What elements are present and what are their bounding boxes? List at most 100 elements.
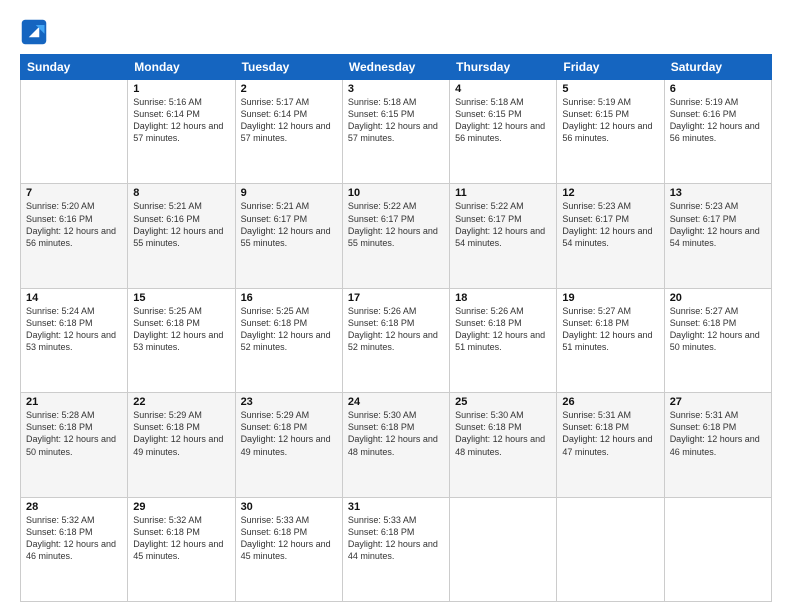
day-cell: 25Sunrise: 5:30 AMSunset: 6:18 PMDayligh… xyxy=(450,393,557,497)
day-number: 3 xyxy=(348,83,444,95)
day-info: Sunrise: 5:25 AMSunset: 6:18 PMDaylight:… xyxy=(133,305,229,354)
day-number: 28 xyxy=(26,501,122,513)
day-info: Sunrise: 5:24 AMSunset: 6:18 PMDaylight:… xyxy=(26,305,122,354)
weekday-header-wednesday: Wednesday xyxy=(342,55,449,80)
day-number: 9 xyxy=(241,187,337,199)
day-number: 2 xyxy=(241,83,337,95)
day-cell: 5Sunrise: 5:19 AMSunset: 6:15 PMDaylight… xyxy=(557,80,664,184)
day-cell: 13Sunrise: 5:23 AMSunset: 6:17 PMDayligh… xyxy=(664,184,771,288)
day-number: 14 xyxy=(26,292,122,304)
day-cell: 21Sunrise: 5:28 AMSunset: 6:18 PMDayligh… xyxy=(21,393,128,497)
day-cell: 1Sunrise: 5:16 AMSunset: 6:14 PMDaylight… xyxy=(128,80,235,184)
day-cell: 10Sunrise: 5:22 AMSunset: 6:17 PMDayligh… xyxy=(342,184,449,288)
day-info: Sunrise: 5:25 AMSunset: 6:18 PMDaylight:… xyxy=(241,305,337,354)
week-row-1: 1Sunrise: 5:16 AMSunset: 6:14 PMDaylight… xyxy=(21,80,772,184)
day-number: 6 xyxy=(670,83,766,95)
day-cell: 23Sunrise: 5:29 AMSunset: 6:18 PMDayligh… xyxy=(235,393,342,497)
day-number: 26 xyxy=(562,396,658,408)
day-info: Sunrise: 5:27 AMSunset: 6:18 PMDaylight:… xyxy=(562,305,658,354)
day-info: Sunrise: 5:29 AMSunset: 6:18 PMDaylight:… xyxy=(133,409,229,458)
day-number: 20 xyxy=(670,292,766,304)
day-cell: 17Sunrise: 5:26 AMSunset: 6:18 PMDayligh… xyxy=(342,288,449,392)
weekday-header-sunday: Sunday xyxy=(21,55,128,80)
day-info: Sunrise: 5:33 AMSunset: 6:18 PMDaylight:… xyxy=(348,514,444,563)
day-number: 24 xyxy=(348,396,444,408)
day-cell: 2Sunrise: 5:17 AMSunset: 6:14 PMDaylight… xyxy=(235,80,342,184)
weekday-header-thursday: Thursday xyxy=(450,55,557,80)
day-cell: 30Sunrise: 5:33 AMSunset: 6:18 PMDayligh… xyxy=(235,497,342,601)
day-info: Sunrise: 5:33 AMSunset: 6:18 PMDaylight:… xyxy=(241,514,337,563)
day-number: 29 xyxy=(133,501,229,513)
weekday-header-friday: Friday xyxy=(557,55,664,80)
day-info: Sunrise: 5:23 AMSunset: 6:17 PMDaylight:… xyxy=(670,200,766,249)
day-cell xyxy=(450,497,557,601)
day-number: 31 xyxy=(348,501,444,513)
day-number: 30 xyxy=(241,501,337,513)
day-number: 21 xyxy=(26,396,122,408)
day-info: Sunrise: 5:32 AMSunset: 6:18 PMDaylight:… xyxy=(133,514,229,563)
weekday-header-saturday: Saturday xyxy=(664,55,771,80)
header xyxy=(20,18,772,46)
day-cell: 8Sunrise: 5:21 AMSunset: 6:16 PMDaylight… xyxy=(128,184,235,288)
day-info: Sunrise: 5:18 AMSunset: 6:15 PMDaylight:… xyxy=(455,96,551,145)
day-number: 12 xyxy=(562,187,658,199)
day-cell: 7Sunrise: 5:20 AMSunset: 6:16 PMDaylight… xyxy=(21,184,128,288)
day-cell: 29Sunrise: 5:32 AMSunset: 6:18 PMDayligh… xyxy=(128,497,235,601)
day-cell: 19Sunrise: 5:27 AMSunset: 6:18 PMDayligh… xyxy=(557,288,664,392)
day-info: Sunrise: 5:17 AMSunset: 6:14 PMDaylight:… xyxy=(241,96,337,145)
day-cell xyxy=(664,497,771,601)
day-cell: 3Sunrise: 5:18 AMSunset: 6:15 PMDaylight… xyxy=(342,80,449,184)
day-info: Sunrise: 5:21 AMSunset: 6:17 PMDaylight:… xyxy=(241,200,337,249)
day-info: Sunrise: 5:20 AMSunset: 6:16 PMDaylight:… xyxy=(26,200,122,249)
weekday-header-row: SundayMondayTuesdayWednesdayThursdayFrid… xyxy=(21,55,772,80)
day-info: Sunrise: 5:30 AMSunset: 6:18 PMDaylight:… xyxy=(348,409,444,458)
general-blue-logo-icon xyxy=(20,18,48,46)
day-number: 13 xyxy=(670,187,766,199)
day-number: 11 xyxy=(455,187,551,199)
day-cell: 22Sunrise: 5:29 AMSunset: 6:18 PMDayligh… xyxy=(128,393,235,497)
day-cell: 15Sunrise: 5:25 AMSunset: 6:18 PMDayligh… xyxy=(128,288,235,392)
week-row-5: 28Sunrise: 5:32 AMSunset: 6:18 PMDayligh… xyxy=(21,497,772,601)
day-info: Sunrise: 5:22 AMSunset: 6:17 PMDaylight:… xyxy=(348,200,444,249)
day-info: Sunrise: 5:19 AMSunset: 6:16 PMDaylight:… xyxy=(670,96,766,145)
day-info: Sunrise: 5:22 AMSunset: 6:17 PMDaylight:… xyxy=(455,200,551,249)
day-info: Sunrise: 5:21 AMSunset: 6:16 PMDaylight:… xyxy=(133,200,229,249)
logo xyxy=(20,18,52,46)
day-cell: 18Sunrise: 5:26 AMSunset: 6:18 PMDayligh… xyxy=(450,288,557,392)
day-number: 8 xyxy=(133,187,229,199)
day-info: Sunrise: 5:30 AMSunset: 6:18 PMDaylight:… xyxy=(455,409,551,458)
day-cell: 16Sunrise: 5:25 AMSunset: 6:18 PMDayligh… xyxy=(235,288,342,392)
day-number: 10 xyxy=(348,187,444,199)
day-cell: 14Sunrise: 5:24 AMSunset: 6:18 PMDayligh… xyxy=(21,288,128,392)
day-cell: 27Sunrise: 5:31 AMSunset: 6:18 PMDayligh… xyxy=(664,393,771,497)
day-number: 23 xyxy=(241,396,337,408)
day-cell: 12Sunrise: 5:23 AMSunset: 6:17 PMDayligh… xyxy=(557,184,664,288)
day-cell: 26Sunrise: 5:31 AMSunset: 6:18 PMDayligh… xyxy=(557,393,664,497)
day-cell xyxy=(557,497,664,601)
day-cell: 4Sunrise: 5:18 AMSunset: 6:15 PMDaylight… xyxy=(450,80,557,184)
page: SundayMondayTuesdayWednesdayThursdayFrid… xyxy=(0,0,792,612)
day-number: 15 xyxy=(133,292,229,304)
day-info: Sunrise: 5:19 AMSunset: 6:15 PMDaylight:… xyxy=(562,96,658,145)
calendar-table: SundayMondayTuesdayWednesdayThursdayFrid… xyxy=(20,54,772,602)
day-info: Sunrise: 5:27 AMSunset: 6:18 PMDaylight:… xyxy=(670,305,766,354)
week-row-2: 7Sunrise: 5:20 AMSunset: 6:16 PMDaylight… xyxy=(21,184,772,288)
day-info: Sunrise: 5:32 AMSunset: 6:18 PMDaylight:… xyxy=(26,514,122,563)
day-number: 17 xyxy=(348,292,444,304)
weekday-header-tuesday: Tuesday xyxy=(235,55,342,80)
day-number: 27 xyxy=(670,396,766,408)
day-cell: 28Sunrise: 5:32 AMSunset: 6:18 PMDayligh… xyxy=(21,497,128,601)
day-number: 1 xyxy=(133,83,229,95)
day-number: 22 xyxy=(133,396,229,408)
day-number: 7 xyxy=(26,187,122,199)
day-number: 16 xyxy=(241,292,337,304)
day-number: 4 xyxy=(455,83,551,95)
day-cell: 6Sunrise: 5:19 AMSunset: 6:16 PMDaylight… xyxy=(664,80,771,184)
day-info: Sunrise: 5:16 AMSunset: 6:14 PMDaylight:… xyxy=(133,96,229,145)
day-info: Sunrise: 5:28 AMSunset: 6:18 PMDaylight:… xyxy=(26,409,122,458)
day-number: 5 xyxy=(562,83,658,95)
day-cell xyxy=(21,80,128,184)
day-number: 19 xyxy=(562,292,658,304)
day-cell: 11Sunrise: 5:22 AMSunset: 6:17 PMDayligh… xyxy=(450,184,557,288)
day-info: Sunrise: 5:18 AMSunset: 6:15 PMDaylight:… xyxy=(348,96,444,145)
